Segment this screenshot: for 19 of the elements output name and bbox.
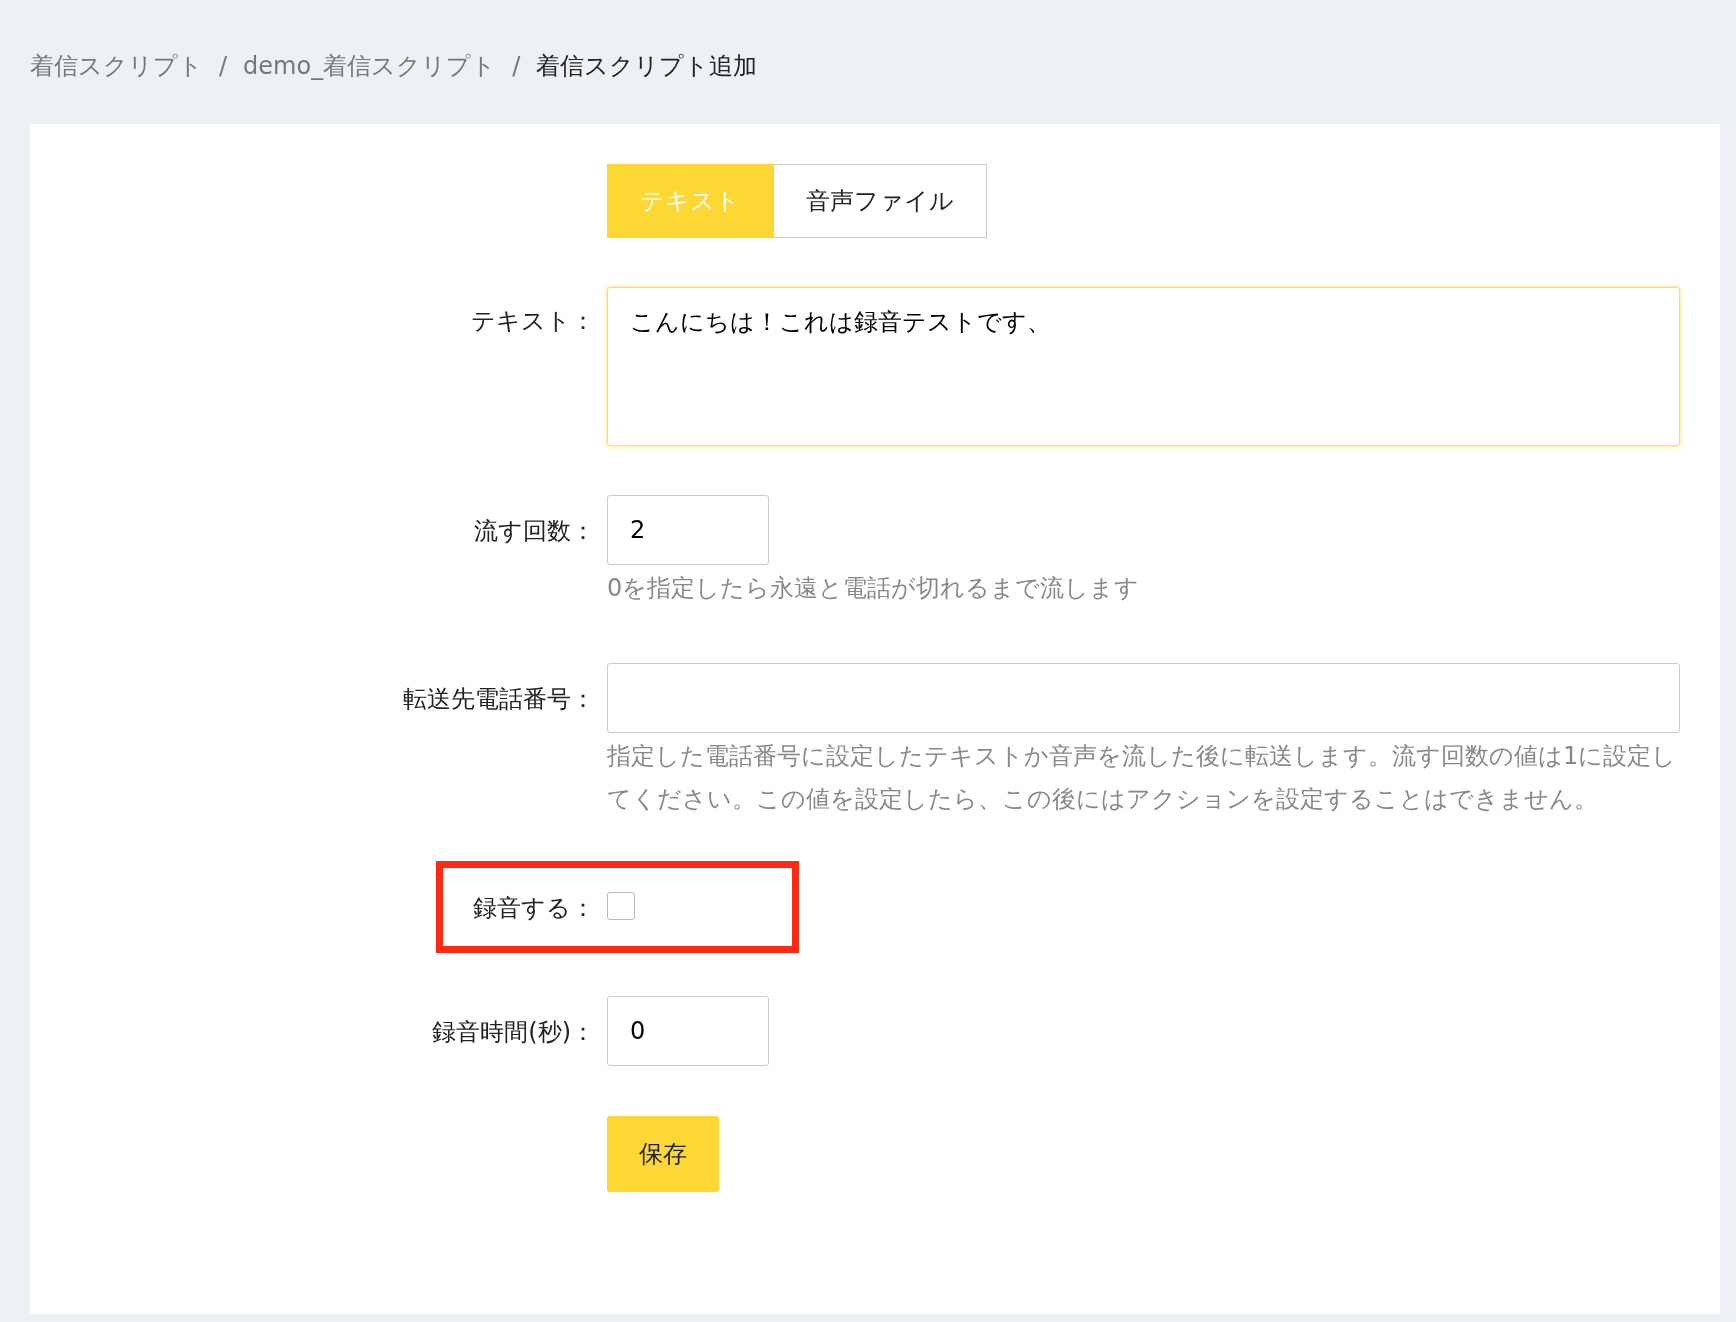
number-field[interactable]: 2 bbox=[607, 495, 769, 565]
save-button[interactable]: 保存 bbox=[607, 1116, 719, 1192]
field-label: 転送先電話番号： bbox=[402, 684, 596, 715]
checkbox[interactable] bbox=[607, 892, 635, 920]
field-label: 録音する： bbox=[472, 893, 596, 924]
breadcrumb-separator: / bbox=[219, 51, 228, 82]
field-label: テキスト： bbox=[470, 306, 596, 337]
breadcrumb-link[interactable]: 着信スクリプト bbox=[30, 48, 203, 84]
number-field[interactable]: 0 bbox=[607, 996, 769, 1066]
tab[interactable]: 音声ファイル bbox=[773, 164, 987, 238]
help-text: 指定した電話番号に設定したテキストか音声を流した後に転送します。流す回数の値は1に設定してください。この値を設定したら、この後にはアクションを設定することはできません。 bbox=[607, 741, 1678, 815]
field-label: 流す回数： bbox=[473, 516, 596, 547]
help-text: 0を指定したら永遠と電話が切れるまで流します bbox=[607, 573, 1141, 604]
breadcrumb-current: 着信スクリプト追加 bbox=[536, 51, 758, 82]
text-area[interactable]: こんにちは！これは録音テストです、 bbox=[607, 287, 1680, 446]
field-label: 録音時間(秒)： bbox=[431, 1017, 596, 1048]
phone-field[interactable] bbox=[607, 663, 1680, 733]
breadcrumb-link[interactable]: demo_着信スクリプト bbox=[243, 48, 497, 84]
breadcrumb-separator: / bbox=[512, 51, 521, 82]
